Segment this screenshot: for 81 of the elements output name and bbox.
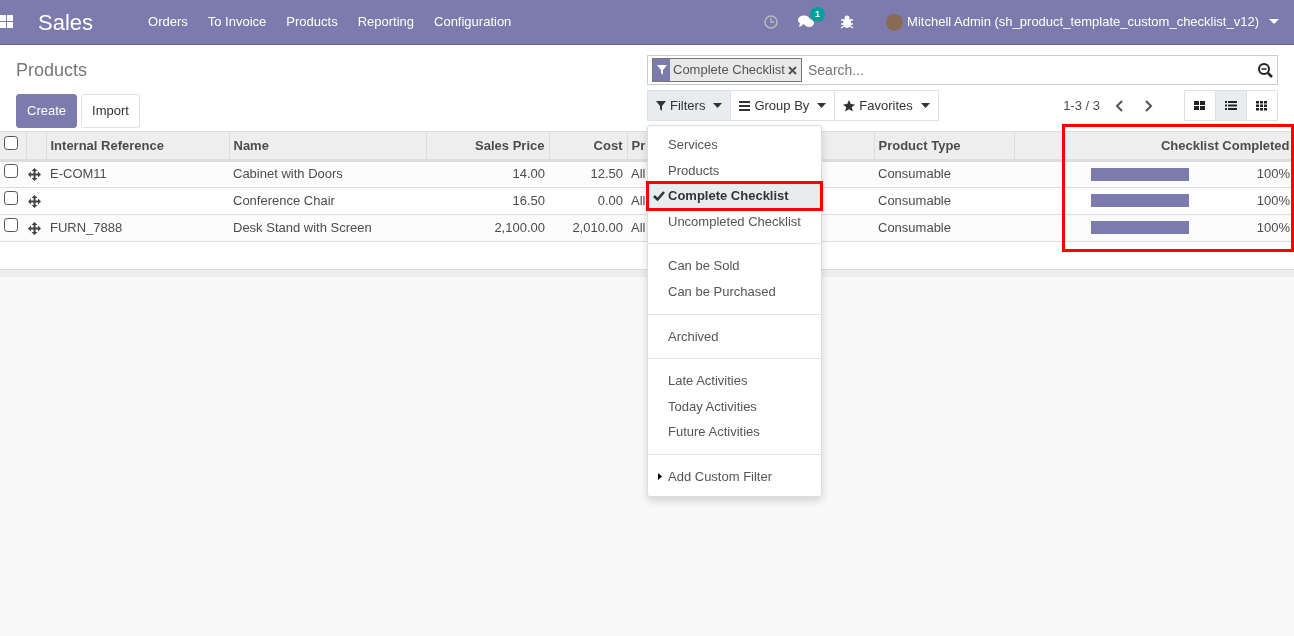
view-switch-button[interactable] [1184, 90, 1216, 121]
column-header[interactable]: Name [233, 137, 269, 153]
menu-item[interactable]: Orders [138, 12, 198, 32]
bug-icon[interactable] [840, 15, 855, 29]
table-cell: 12.50 [590, 166, 623, 182]
search-option-button[interactable]: Filters [647, 90, 732, 121]
progress-percent: 100% [1256, 191, 1290, 210]
view-switch-button[interactable] [1215, 90, 1247, 121]
previous-icon[interactable] [1115, 99, 1123, 112]
table-cell: 16.50 [512, 192, 545, 208]
column-header[interactable] [1014, 132, 1064, 160]
search-option-button[interactable]: Group By [730, 90, 836, 121]
progress-percent: 100% [1256, 218, 1290, 237]
row-checkbox[interactable] [4, 217, 18, 232]
menu-item[interactable]: Configuration [424, 12, 522, 32]
table-cell: 2,100.00 [494, 219, 545, 235]
filter-facet[interactable]: Complete Checklist [652, 58, 802, 82]
row-checkbox[interactable] [4, 164, 18, 179]
filter-option[interactable]: Archived [648, 323, 821, 350]
caret-icon[interactable] [1269, 19, 1279, 25]
caret-icon [817, 103, 827, 108]
search-field[interactable]: Complete Checklist Search... [647, 55, 1278, 85]
row-checkbox[interactable] [4, 190, 18, 205]
chat-icon[interactable] [798, 15, 815, 29]
move-icon[interactable] [28, 168, 41, 182]
menu-item[interactable]: Products [276, 12, 348, 32]
search-icon[interactable] [1258, 62, 1273, 78]
table-cell: Conference Chair [233, 192, 335, 208]
move-icon[interactable] [28, 194, 41, 208]
kanban-view-icon [1194, 100, 1206, 111]
filter-option[interactable]: Can be Purchased [648, 278, 821, 305]
menu-item[interactable]: Reporting [347, 12, 424, 32]
table-cell: Consumable [878, 166, 951, 182]
progress-percent: 100% [1256, 165, 1290, 184]
create-button[interactable]: Create [16, 94, 78, 128]
filter-option[interactable]: Add Custom Filter [648, 463, 821, 490]
app-title: Sales [38, 8, 94, 37]
select-all-checkbox[interactable] [4, 135, 18, 150]
table-cell: 14.00 [512, 166, 545, 182]
caret-icon [920, 103, 930, 108]
table-cell: FURN_7888 [50, 219, 123, 235]
grid-view-icon [1256, 100, 1268, 111]
filter-option[interactable]: Future Activities [648, 419, 821, 445]
list-view-icon [1225, 100, 1237, 111]
filter-option[interactable]: Late Activities [648, 368, 821, 394]
table-cell: Cabinet with Doors [233, 166, 343, 182]
caret-icon [658, 472, 662, 480]
filter-option[interactable]: Complete Checklist [648, 183, 821, 209]
import-button[interactable]: Import [81, 94, 140, 128]
move-icon[interactable] [28, 221, 41, 235]
caret-icon [713, 103, 723, 108]
next-icon[interactable] [1145, 99, 1153, 112]
table-cell: Consumable [878, 192, 951, 208]
filter-option[interactable]: Today Activities [648, 393, 821, 420]
search-option-button[interactable]: Favorites [834, 90, 939, 121]
filter-icon [656, 65, 667, 75]
table-cell: All [631, 192, 646, 208]
table-cell: 2,010.00 [572, 219, 623, 235]
table-cell: All [631, 219, 646, 235]
view-switch-button[interactable] [1246, 90, 1278, 121]
table-cell: E-COM11 [50, 166, 107, 182]
list-icon [739, 100, 751, 111]
user-menu[interactable]: Mitchell Admin (sh_product_template_custom_checklist_v12) [907, 12, 1259, 32]
filter-option[interactable]: Products [648, 157, 821, 184]
remove-icon[interactable] [788, 66, 797, 75]
star-icon [843, 99, 856, 112]
breadcrumb-title: Products [16, 59, 89, 82]
column-header[interactable]: Pr [631, 137, 646, 153]
menu-item[interactable]: To Invoice [197, 12, 277, 32]
table-cell: Desk Stand with Screen [233, 219, 372, 235]
filter-icon [656, 100, 666, 111]
check-icon [653, 191, 665, 202]
apps-icon[interactable] [0, 15, 14, 29]
table-cell: All [631, 166, 646, 182]
filter-option[interactable]: Can be Sold [648, 253, 821, 279]
pager-text: 1-3 / 3 [1063, 96, 1100, 115]
filter-option[interactable]: Uncompleted Checklist [648, 208, 821, 235]
table-cell: Consumable [878, 219, 951, 235]
filter-option[interactable]: Services [648, 132, 821, 158]
message-count-badge: 1 [810, 7, 826, 22]
table-cell: 0.00 [597, 192, 623, 208]
